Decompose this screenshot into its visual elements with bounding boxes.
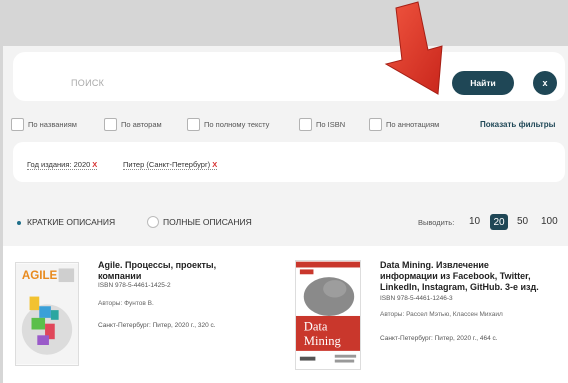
per-page-label: Выводить: [418,218,455,227]
cover-title: Data [304,320,328,334]
book-cover-agile[interactable]: AGILE [15,262,79,366]
filter-label: По названиям [28,120,77,129]
tag-label: Год издания: 2020 [27,160,91,169]
filter-by-author[interactable]: По авторам [104,118,162,131]
book-cover-data-mining[interactable]: Data Mining [295,260,361,370]
checkbox[interactable] [299,118,312,131]
search-input[interactable]: ПОИСК [71,78,104,88]
filter-label: По ISBN [316,120,346,129]
checkbox[interactable] [104,118,117,131]
checkbox[interactable] [369,118,382,131]
view-short-label[interactable]: КРАТКИЕ ОПИСАНИЯ [27,217,115,227]
filter-label: По полному тексту [204,120,270,129]
book-isbn: ISBN 978-5-4461-1246-3 [380,295,453,302]
search-scope-filters: По названиям По авторам По полному текст… [3,118,568,134]
clear-search-button[interactable]: x [533,71,557,95]
book-isbn: ISBN 978-5-4461-1425-2 [98,282,171,289]
book-title[interactable]: Agile. Процессы, проекты, компании [98,260,216,282]
title-line: LinkedIn, Instagram, GitHub. 3-е изд. [380,282,539,292]
per-page-10[interactable]: 10 [469,216,480,227]
filter-by-isbn[interactable]: По ISBN [299,118,345,131]
title-line: компании [98,271,142,281]
page-frame: ПОИСК Найти x По названиям По авторам По… [3,46,568,383]
filter-tag-publisher[interactable]: Питер (Санкт-Петербург) X [123,160,218,170]
find-button[interactable]: Найти [452,71,514,95]
filter-tag-year[interactable]: Год издания: 2020 X [27,160,98,170]
per-page-100[interactable]: 100 [541,216,558,227]
checkbox[interactable] [11,118,24,131]
title-line: информации из Facebook, Twitter, [380,271,531,281]
view-full-label[interactable]: ПОЛНЫЕ ОПИСАНИЯ [163,217,252,227]
per-page-50[interactable]: 50 [517,216,528,227]
book-authors: Авторы: Фунтов В. [98,300,154,307]
per-page-20[interactable]: 20 [490,214,508,230]
search-bar: ПОИСК Найти x [13,52,565,101]
book-title[interactable]: Data Mining. Извлечение информации из Fa… [380,260,539,293]
pointer-arrow-icon [384,1,443,95]
view-options: КРАТКИЕ ОПИСАНИЯ ПОЛНЫЕ ОПИСАНИЯ Выводит… [13,214,565,232]
book-authors: Авторы: Рассел Мэтью, Классен Михаил [380,311,503,318]
checkbox[interactable] [187,118,200,131]
title-line: Data Mining. Извлечение [380,260,489,270]
cover-title: Mining [304,334,342,348]
book-publication: Санкт-Петербург: Питер, 2020 г., 464 с. [380,335,498,342]
active-filters: Год издания: 2020 X Питер (Санкт-Петербур… [13,142,565,182]
title-line: Agile. Процессы, проекты, [98,260,217,270]
results-list: AGILE Agile. Процессы, проекты, компании… [3,246,568,383]
filter-by-full-text[interactable]: По полному тексту [187,118,269,131]
book-publication: Санкт-Петербург: Питер, 2020 г., 320 с. [98,322,216,329]
remove-tag-icon[interactable]: X [92,160,97,169]
radio-short-selected[interactable] [17,221,21,225]
tag-label: Питер (Санкт-Петербург) [123,160,211,169]
filter-by-annotation[interactable]: По аннотациям [369,118,439,131]
remove-tag-icon[interactable]: X [212,160,217,169]
radio-full[interactable] [147,216,159,228]
show-filters-link[interactable]: Показать фильтры [480,120,555,129]
filter-by-title[interactable]: По названиям [11,118,77,131]
filter-label: По аннотациям [386,120,440,129]
filter-label: По авторам [121,120,162,129]
cover-title: AGILE [22,269,58,282]
